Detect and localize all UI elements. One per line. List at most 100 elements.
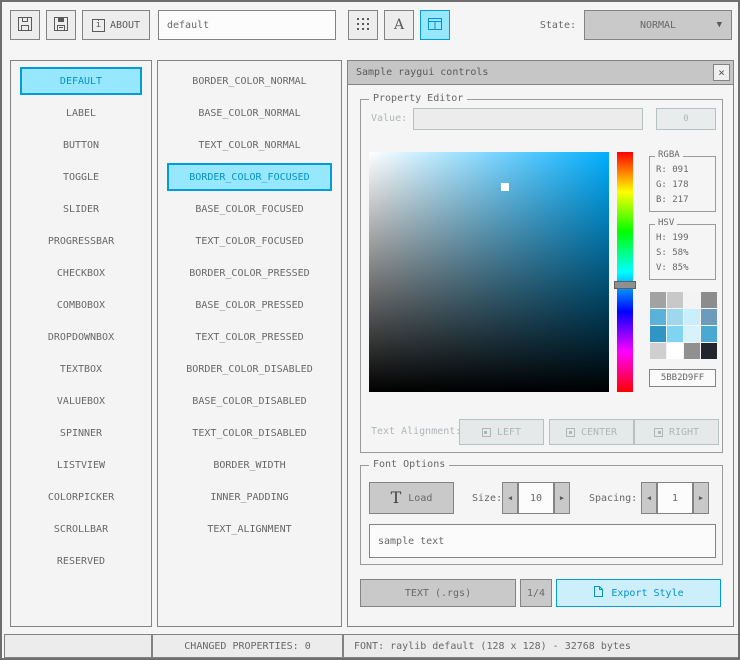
property-editor-group-label: Property Editor: [369, 93, 468, 104]
state-dropdown[interactable]: NORMAL ▼: [584, 10, 732, 40]
statusbar-font-info: FONT: raylib default (128 x 128) - 32768…: [343, 634, 738, 658]
controls-list-item[interactable]: CHECKBOX: [20, 259, 142, 287]
controls-list-item[interactable]: VALUEBOX: [20, 387, 142, 415]
style-color-swatch[interactable]: [650, 309, 666, 325]
style-color-swatch[interactable]: [684, 292, 700, 308]
controls-list-item[interactable]: TEXTBOX: [20, 355, 142, 383]
font-size-increase-button[interactable]: ▶: [554, 482, 570, 514]
align-left-button[interactable]: LEFT: [459, 419, 544, 445]
value-input: [413, 108, 643, 130]
properties-list-item[interactable]: BORDER_COLOR_PRESSED: [167, 259, 332, 287]
properties-list-item[interactable]: BASE_COLOR_DISABLED: [167, 387, 332, 415]
font-spacing-value[interactable]: 1: [657, 482, 693, 514]
controls-list-item[interactable]: RESERVED: [20, 547, 142, 575]
hsv-value-value: V: 85%: [656, 263, 689, 273]
properties-list-item[interactable]: TEXT_COLOR_NORMAL: [167, 131, 332, 159]
properties-list-item[interactable]: TEXT_COLOR_FOCUSED: [167, 227, 332, 255]
load-file-icon: [17, 16, 33, 35]
style-color-swatch[interactable]: [701, 343, 717, 359]
style-color-swatch[interactable]: [650, 326, 666, 342]
controls-preview-toggle-button[interactable]: [420, 10, 450, 40]
value-button: 0: [656, 108, 716, 130]
about-button[interactable]: i ABOUT: [82, 10, 150, 40]
style-color-swatch[interactable]: [667, 326, 683, 342]
grid-toggle-button[interactable]: [348, 10, 378, 40]
properties-list-item[interactable]: INNER_PADDING: [167, 483, 332, 511]
controls-list-item[interactable]: COMBOBOX: [20, 291, 142, 319]
hsv-group: HSV H: 199 S: 58% V: 85%: [649, 218, 716, 280]
rguistyler-window: i ABOUT A State: NORMAL ▼ DEFAULT LABEL BU…: [0, 0, 740, 660]
load-style-button[interactable]: [10, 10, 40, 40]
load-font-button-label: Load: [408, 492, 433, 504]
statusbar-changed-properties: CHANGED PROPERTIES: 0: [152, 634, 343, 658]
controls-list-item[interactable]: SPINNER: [20, 419, 142, 447]
properties-list-item[interactable]: TEXT_COLOR_DISABLED: [167, 419, 332, 447]
properties-list-item[interactable]: BORDER_WIDTH: [167, 451, 332, 479]
save-style-button[interactable]: [46, 10, 76, 40]
style-color-swatch[interactable]: [684, 326, 700, 342]
align-left-label: LEFT: [496, 426, 522, 438]
font-size-decrease-button[interactable]: ◀: [502, 482, 518, 514]
rgba-blue-value: B: 217: [656, 195, 689, 205]
style-color-swatch[interactable]: [650, 343, 666, 359]
export-format-button[interactable]: TEXT (.rgs): [360, 579, 516, 607]
controls-list-item[interactable]: LABEL: [20, 99, 142, 127]
export-style-label: Export Style: [611, 587, 684, 599]
info-icon: i: [91, 18, 105, 32]
style-color-swatch[interactable]: [701, 292, 717, 308]
controls-list-item[interactable]: SCROLLBAR: [20, 515, 142, 543]
controls-list-item[interactable]: LISTVIEW: [20, 451, 142, 479]
style-color-swatch[interactable]: [684, 343, 700, 359]
font-spacing-decrease-button[interactable]: ◀: [641, 482, 657, 514]
controls-list-item[interactable]: PROGRESSBAR: [20, 227, 142, 255]
font-options-group-label: Font Options: [369, 459, 450, 470]
controls-list-item[interactable]: BUTTON: [20, 131, 142, 159]
style-color-swatch[interactable]: [650, 292, 666, 308]
sample-window-titlebar[interactable]: Sample raygui controls ×: [348, 61, 733, 85]
close-icon[interactable]: ×: [713, 64, 730, 81]
properties-list-item[interactable]: BASE_COLOR_PRESSED: [167, 291, 332, 319]
rgba-green-value: G: 178: [656, 180, 689, 190]
properties-list-item[interactable]: BASE_COLOR_FOCUSED: [167, 195, 332, 223]
properties-list-item[interactable]: BORDER_COLOR_FOCUSED: [167, 163, 332, 191]
properties-list-item[interactable]: TEXT_ALIGNMENT: [167, 515, 332, 543]
controls-list-item[interactable]: DEFAULT: [20, 67, 142, 95]
hsv-group-label: HSV: [655, 218, 678, 228]
load-font-button[interactable]: T Load: [369, 482, 454, 514]
controls-list-item[interactable]: COLORPICKER: [20, 483, 142, 511]
align-center-icon: [565, 427, 575, 437]
font-size-value[interactable]: 10: [518, 482, 554, 514]
style-color-swatch[interactable]: [667, 292, 683, 308]
style-color-swatch[interactable]: [667, 343, 683, 359]
font-type-icon: T: [390, 488, 402, 507]
color-saturation-value-panel[interactable]: [369, 152, 609, 392]
properties-list-item[interactable]: BORDER_COLOR_NORMAL: [167, 67, 332, 95]
style-color-swatch[interactable]: [667, 309, 683, 325]
export-style-button[interactable]: Export Style: [556, 579, 721, 607]
controls-list-item[interactable]: TOGGLE: [20, 163, 142, 191]
color-picker-cursor[interactable]: [501, 183, 509, 191]
chevron-down-icon: ▼: [716, 20, 722, 30]
style-color-swatch[interactable]: [701, 309, 717, 325]
properties-list-item[interactable]: BORDER_COLOR_DISABLED: [167, 355, 332, 383]
window-panel-icon: [428, 17, 442, 33]
export-page-button[interactable]: 1/4: [520, 579, 552, 607]
properties-list-item[interactable]: TEXT_COLOR_PRESSED: [167, 323, 332, 351]
font-icon: A: [393, 17, 405, 33]
style-color-swatch[interactable]: [684, 309, 700, 325]
properties-list-item[interactable]: BASE_COLOR_NORMAL: [167, 99, 332, 127]
sample-text-input[interactable]: [369, 524, 716, 558]
grid-icon: [357, 17, 369, 33]
statusbar-left-cell: [4, 634, 152, 658]
align-right-button[interactable]: RIGHT: [634, 419, 719, 445]
style-name-input[interactable]: [158, 10, 336, 40]
controls-list-item[interactable]: DROPDOWNBOX: [20, 323, 142, 351]
font-toggle-button[interactable]: A: [384, 10, 414, 40]
hue-slider-bar[interactable]: [614, 152, 636, 392]
font-spacing-increase-button[interactable]: ▶: [693, 482, 709, 514]
align-center-button[interactable]: CENTER: [549, 419, 634, 445]
style-color-swatch[interactable]: [701, 326, 717, 342]
controls-list-item[interactable]: SLIDER: [20, 195, 142, 223]
hue-slider-handle[interactable]: [614, 281, 636, 289]
hex-color-value: 5BB2D9FF: [649, 369, 716, 387]
